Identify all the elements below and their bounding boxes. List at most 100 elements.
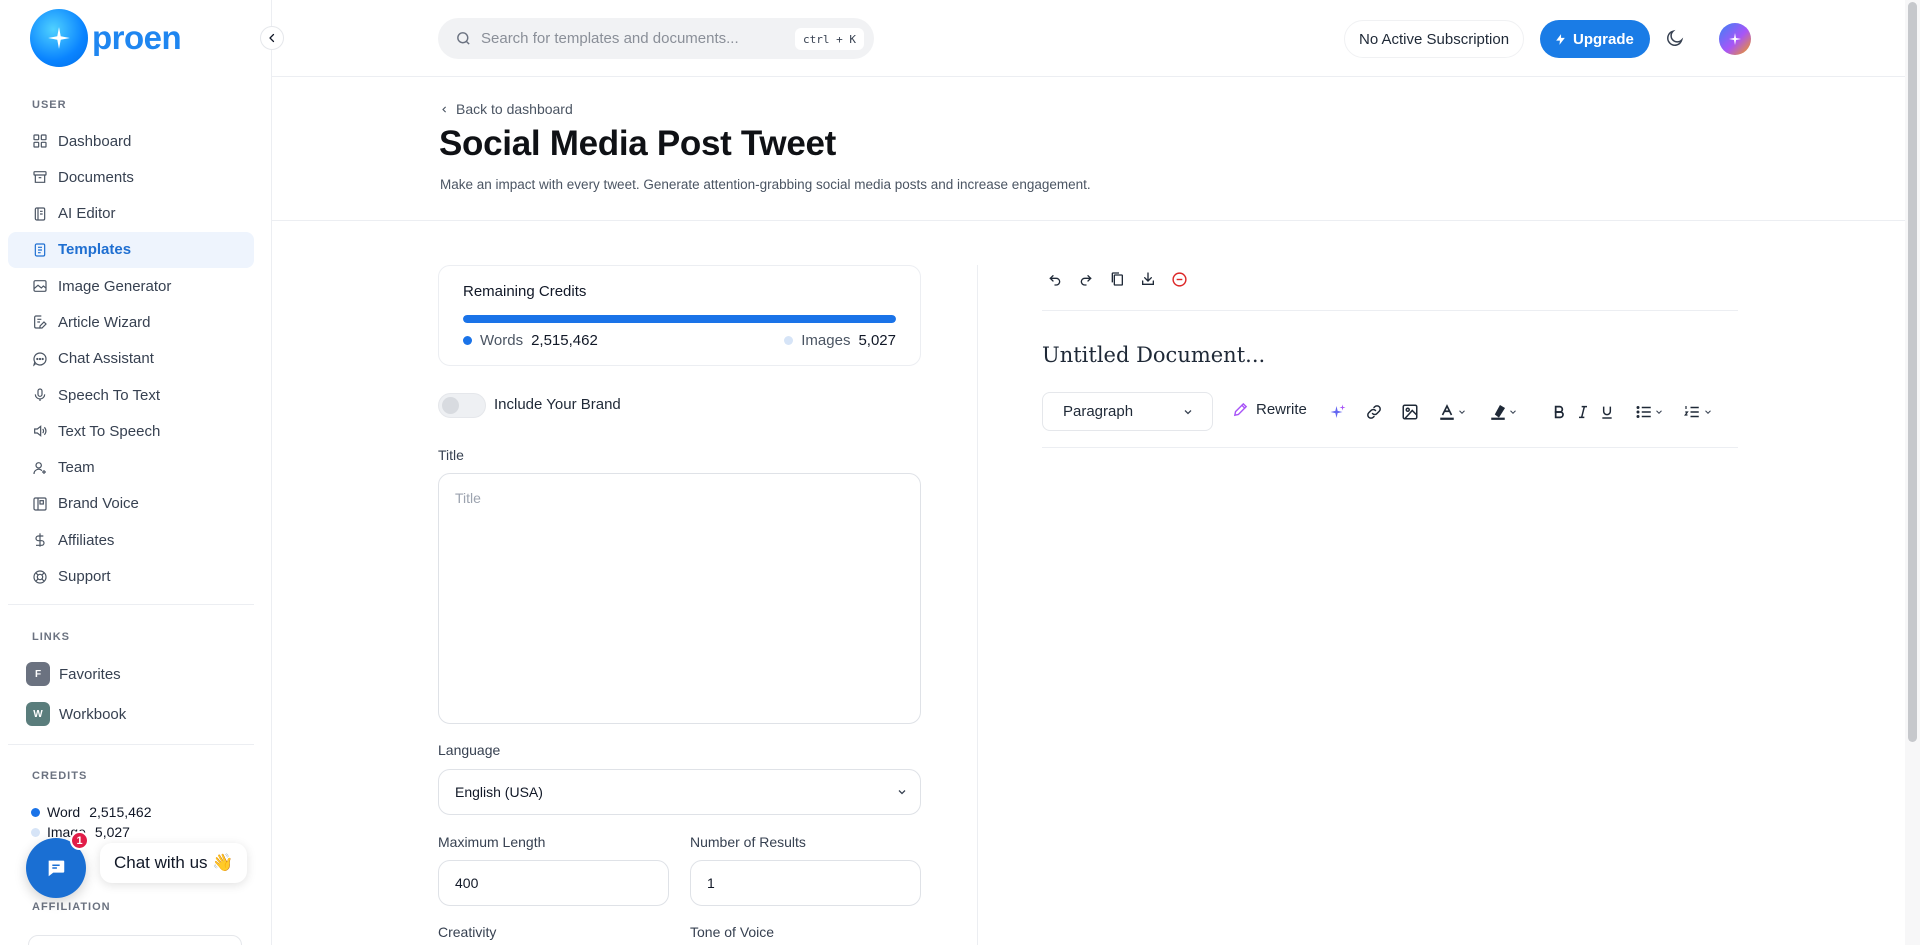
chat-with-us-label[interactable]: Chat with us 👋 — [100, 843, 248, 883]
credits-card-title: Remaining Credits — [463, 283, 587, 300]
lifebuoy-icon — [31, 568, 48, 585]
redo-icon[interactable] — [1077, 270, 1095, 288]
link-favorites[interactable]: F Favorites — [26, 662, 121, 686]
sidebar-item-team[interactable]: Team — [8, 450, 254, 486]
sidebar-item-speech-to-text[interactable]: Speech To Text — [8, 377, 254, 413]
header-divider — [272, 220, 1905, 221]
words-dot — [463, 336, 472, 345]
insert-image-icon[interactable] — [1400, 402, 1420, 422]
pencil-icon — [1232, 401, 1249, 418]
page-scrollbar[interactable] — [1905, 0, 1920, 945]
title-label: Title — [438, 447, 464, 463]
search-bar[interactable]: ctrl + K — [438, 18, 874, 59]
message-circle-icon — [31, 350, 48, 367]
sidebar-item-support[interactable]: Support — [8, 559, 254, 595]
title-field[interactable] — [438, 473, 921, 724]
chevron-down-icon — [1182, 406, 1194, 418]
underline-icon[interactable] — [1597, 402, 1617, 422]
delete-icon[interactable] — [1170, 270, 1188, 288]
max-length-value: 400 — [455, 875, 479, 891]
max-length-input[interactable]: 400 — [438, 860, 669, 906]
moon-icon — [1665, 28, 1685, 48]
rewrite-label: Rewrite — [1256, 401, 1307, 418]
topbar: ctrl + K No Active Subscription Upgrade — [272, 0, 1905, 77]
text-color-icon[interactable] — [1437, 402, 1457, 422]
brand-logo[interactable]: proen — [30, 9, 182, 67]
link-icon[interactable] — [1364, 402, 1384, 422]
sidebar-nav: Dashboard Documents AI Editor Templates … — [8, 123, 254, 595]
section-label-user: USER — [32, 99, 67, 111]
link-label: Favorites — [59, 665, 121, 683]
include-brand-label: Include Your Brand — [494, 396, 621, 413]
microphone-icon — [31, 387, 48, 404]
sidebar-item-label: Chat Assistant — [58, 350, 154, 368]
sidebar-item-templates[interactable]: Templates — [8, 231, 254, 268]
language-label: Language — [438, 742, 501, 758]
back-to-dashboard-link[interactable]: Back to dashboard — [440, 101, 573, 117]
undo-icon[interactable] — [1046, 270, 1064, 288]
chevron-down-icon[interactable] — [1507, 402, 1519, 422]
credit-value: 2,515,462 — [89, 804, 152, 820]
search-input[interactable] — [481, 30, 791, 47]
file-text-icon — [31, 241, 48, 258]
chevron-down-icon[interactable] — [1456, 402, 1468, 422]
editor-divider — [1042, 310, 1738, 311]
remaining-credits-card: Remaining Credits Words 2,515,462 Images… — [438, 265, 921, 366]
sidebar-item-label: Templates — [58, 241, 132, 259]
words-value: 2,515,462 — [531, 332, 598, 349]
copy-icon[interactable] — [1108, 270, 1126, 288]
subscription-status[interactable]: No Active Subscription — [1344, 20, 1525, 58]
sidebar-item-documents[interactable]: Documents — [8, 159, 254, 195]
sidebar-item-article-wizard[interactable]: Article Wizard — [8, 304, 254, 340]
rewrite-button[interactable]: Rewrite — [1232, 401, 1307, 418]
italic-icon[interactable] — [1573, 402, 1593, 422]
sidebar-item-image-generator[interactable]: Image Generator — [8, 268, 254, 304]
sidebar-divider — [8, 604, 254, 605]
grid-icon — [31, 133, 48, 150]
block-type-select[interactable]: Paragraph — [1042, 392, 1213, 431]
brand-name: proen — [92, 19, 182, 56]
user-plus-icon — [31, 459, 48, 476]
download-icon[interactable] — [1139, 270, 1157, 288]
sidebar-item-label: AI Editor — [58, 205, 116, 223]
sidebar-item-label: Support — [58, 568, 111, 586]
sidebar-item-chat-assistant[interactable]: Chat Assistant — [8, 341, 254, 377]
link-badge: W — [26, 702, 50, 726]
chevron-left-icon — [440, 105, 449, 114]
ai-sparkle-icon[interactable] — [1328, 402, 1348, 422]
images-dot — [784, 336, 794, 345]
user-avatar[interactable] — [1719, 23, 1751, 55]
notebook-icon — [31, 205, 48, 222]
upgrade-button[interactable]: Upgrade — [1540, 20, 1650, 58]
credit-dot — [31, 827, 40, 837]
document-title[interactable]: Untitled Document... — [1042, 343, 1265, 367]
sidebar-item-ai-editor[interactable]: AI Editor — [8, 196, 254, 232]
highlight-icon[interactable] — [1488, 402, 1508, 422]
scrollbar-thumb[interactable] — [1908, 2, 1917, 742]
sidebar-item-label: Article Wizard — [58, 313, 151, 331]
sidebar-item-brand-voice[interactable]: Brand Voice — [8, 486, 254, 522]
num-results-input[interactable]: 1 — [690, 860, 921, 906]
sidebar-item-text-to-speech[interactable]: Text To Speech — [8, 413, 254, 449]
chevron-down-icon[interactable] — [1653, 402, 1665, 422]
numbered-list-icon[interactable] — [1682, 402, 1702, 422]
sidebar-item-label: Dashboard — [58, 132, 132, 150]
images-label: Images — [801, 332, 851, 349]
search-shortcut: ctrl + K — [795, 28, 864, 50]
num-results-value: 1 — [707, 875, 715, 891]
bold-icon[interactable] — [1549, 402, 1569, 422]
link-badge: F — [26, 662, 50, 686]
bolt-icon — [1554, 33, 1567, 46]
sidebar-item-label: Documents — [58, 168, 134, 186]
credit-label: Word — [47, 804, 81, 820]
link-workbook[interactable]: W Workbook — [26, 702, 126, 726]
chevron-down-icon[interactable] — [1702, 402, 1714, 422]
bullet-list-icon[interactable] — [1634, 402, 1654, 422]
section-label-affiliation: AFFILIATION — [32, 901, 111, 913]
language-select[interactable]: English (USA) — [438, 769, 921, 815]
include-brand-toggle[interactable] — [438, 393, 486, 418]
dark-mode-toggle[interactable] — [1665, 28, 1685, 48]
sidebar-item-affiliates[interactable]: Affiliates — [8, 522, 254, 558]
credit-value: 5,027 — [94, 824, 130, 840]
sidebar-item-dashboard[interactable]: Dashboard — [8, 123, 254, 159]
